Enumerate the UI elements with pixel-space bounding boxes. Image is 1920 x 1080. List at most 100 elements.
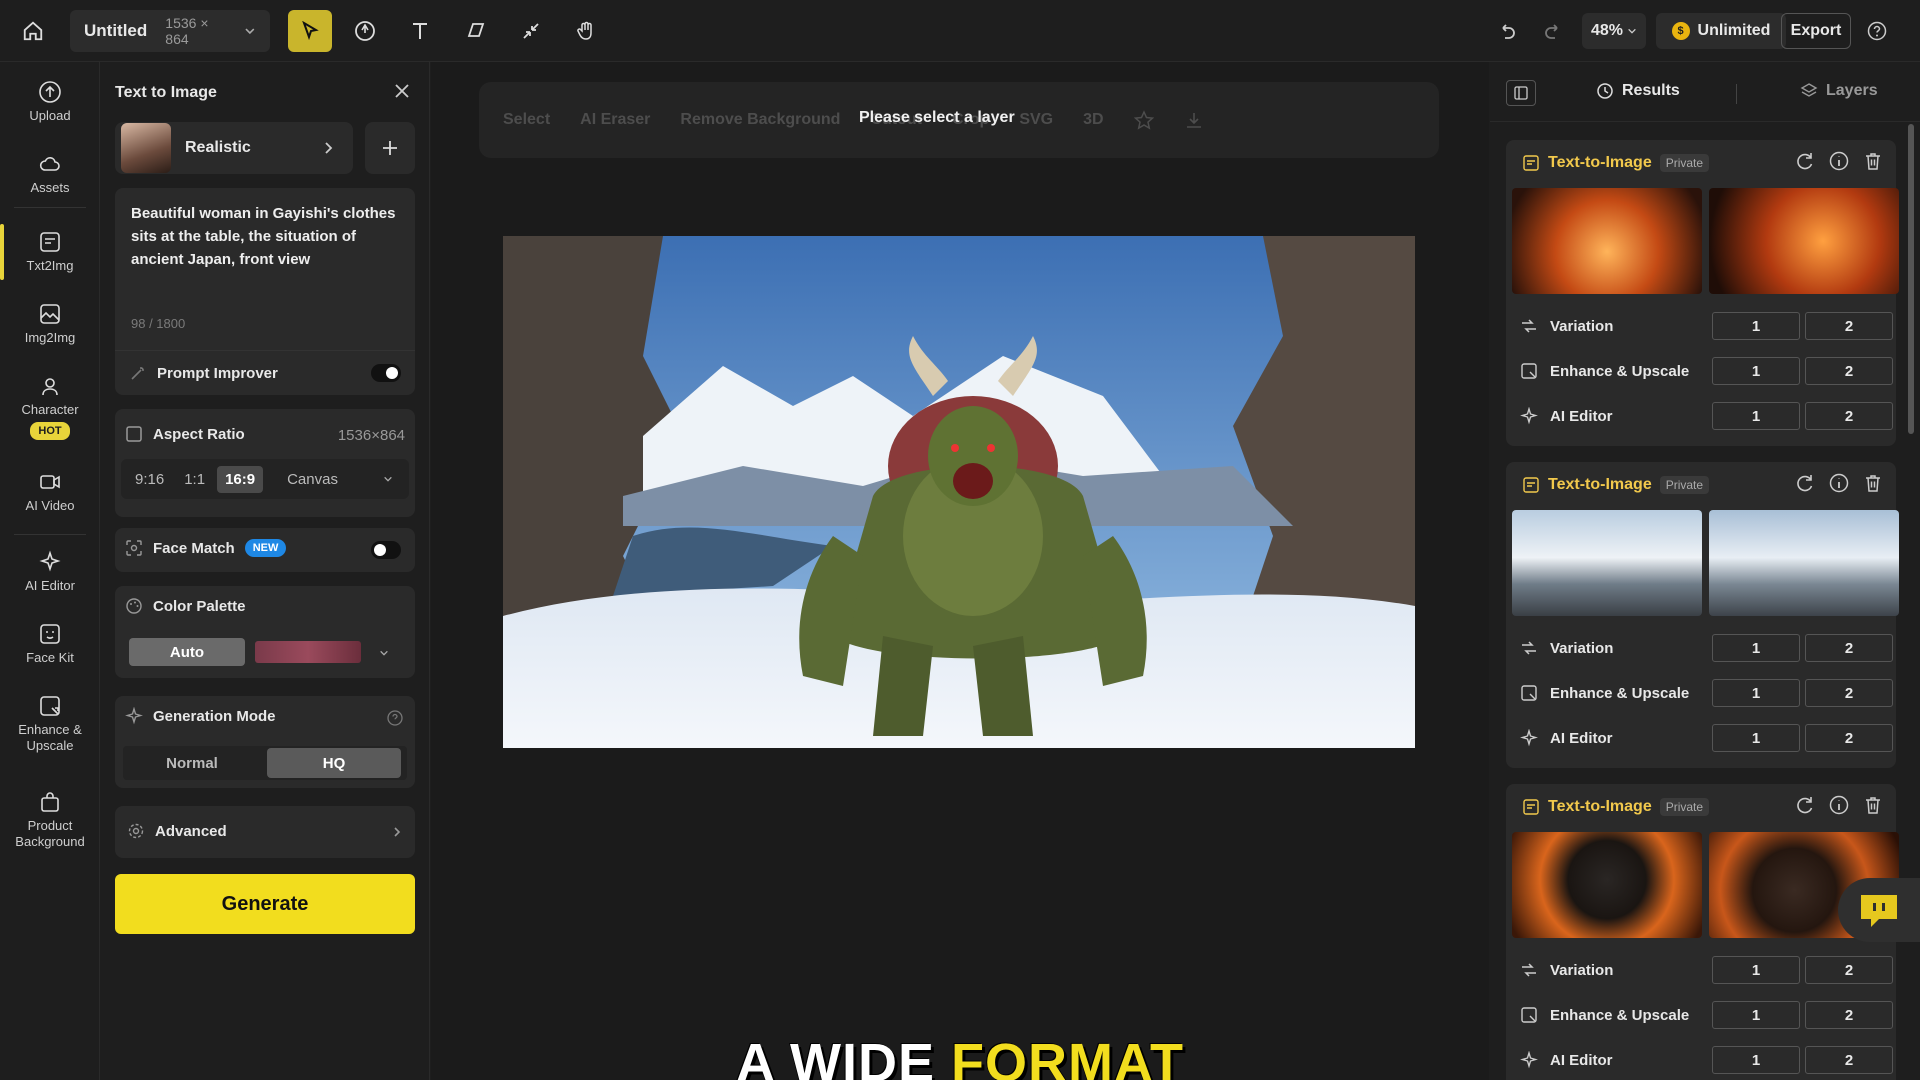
toolbar-svg[interactable]: SVG — [1019, 111, 1053, 129]
toolbar-remove-background[interactable]: Remove Background — [680, 111, 840, 129]
result-thumbnail[interactable] — [1512, 188, 1702, 294]
trash-icon[interactable] — [1862, 794, 1884, 816]
rail-item-img2img[interactable]: Img2Img — [0, 302, 100, 346]
star-icon[interactable] — [1133, 110, 1154, 130]
aspect-ratio-label-row: Aspect Ratio — [125, 425, 245, 443]
toolbar-select[interactable]: Select — [503, 111, 550, 129]
canvas-option[interactable]: Canvas — [279, 466, 346, 493]
option-2-button[interactable]: 2 — [1805, 634, 1893, 662]
refresh-icon[interactable] — [1794, 150, 1816, 172]
option-1-button[interactable]: 1 — [1712, 402, 1800, 430]
redo-button[interactable] — [1536, 13, 1570, 49]
info-icon[interactable] — [1828, 472, 1850, 494]
face-match-label: Face Match — [153, 539, 235, 557]
option-1-button[interactable]: 1 — [1712, 956, 1800, 984]
refresh-icon[interactable] — [1794, 794, 1816, 816]
option-2-button[interactable]: 2 — [1805, 956, 1893, 984]
ratio-option-9-16[interactable]: 9:16 — [127, 466, 172, 493]
chevron-down-icon[interactable] — [379, 648, 389, 658]
chevron-down-icon[interactable] — [383, 474, 393, 484]
rail-item-face-kit[interactable]: Face Kit — [0, 622, 100, 666]
export-label: Export — [1790, 22, 1842, 39]
generated-image[interactable] — [503, 236, 1415, 748]
toolbar-3d[interactable]: 3D — [1083, 111, 1103, 129]
option-1-button[interactable]: 1 — [1712, 312, 1800, 340]
tab-results[interactable]: Results — [1596, 82, 1680, 100]
option-1-button[interactable]: 1 — [1712, 357, 1800, 385]
option-2-button[interactable]: 2 — [1805, 1046, 1893, 1074]
document-selector[interactable]: Untitled 1536 × 864 — [70, 10, 270, 52]
result-thumbnail[interactable] — [1709, 510, 1899, 616]
ratio-option-16-9[interactable]: 16:9 — [217, 465, 264, 493]
home-icon[interactable] — [16, 14, 50, 48]
toolbar-ai-eraser[interactable]: AI Eraser — [580, 111, 650, 129]
trash-icon[interactable] — [1862, 150, 1884, 172]
prompt-improver-row: Prompt Improver — [115, 350, 415, 395]
select-tool-button[interactable] — [288, 10, 332, 52]
option-1-button[interactable]: 1 — [1712, 634, 1800, 662]
option-1-button[interactable]: 1 — [1712, 1046, 1800, 1074]
option-1-button[interactable]: 1 — [1712, 679, 1800, 707]
help-button[interactable] — [1862, 13, 1892, 49]
download-icon[interactable] — [1184, 110, 1204, 130]
option-2-button[interactable]: 2 — [1805, 679, 1893, 707]
refresh-icon[interactable] — [1794, 472, 1816, 494]
info-icon[interactable] — [1828, 150, 1850, 172]
mode-normal[interactable]: Normal — [123, 746, 261, 780]
collapse-panel-button[interactable] — [1506, 80, 1536, 106]
undo-button[interactable] — [1490, 13, 1524, 49]
generate-button[interactable]: Generate — [115, 874, 415, 934]
option-1-button[interactable]: 1 — [1712, 724, 1800, 752]
option-2-button[interactable]: 2 — [1805, 312, 1893, 340]
rail-item-enhance-upscale[interactable]: Enhance & Upscale — [0, 694, 100, 754]
info-icon[interactable] — [1828, 794, 1850, 816]
rail-item-txt2img[interactable]: Txt2Img — [0, 224, 100, 280]
shape-tool-button[interactable] — [454, 10, 498, 52]
tab-layers[interactable]: Layers — [1800, 82, 1878, 100]
trash-icon[interactable] — [1862, 472, 1884, 494]
option-2-button[interactable]: 2 — [1805, 357, 1893, 385]
model-selector[interactable]: Realistic — [115, 122, 353, 174]
prompt-box[interactable]: Beautiful woman in Gayishi's clothes sit… — [115, 188, 415, 395]
plan-badge[interactable]: $ Unlimited — [1656, 13, 1786, 49]
result-title: Text-to-Image — [1548, 476, 1652, 493]
resize-tool-button[interactable] — [509, 10, 553, 52]
canvas-area[interactable]: Select AI Eraser Remove Background Cutou… — [431, 62, 1489, 1080]
hand-tool-button[interactable] — [564, 10, 608, 52]
results-scrollbar[interactable] — [1908, 124, 1914, 434]
prompt-text[interactable]: Beautiful woman in Gayishi's clothes sit… — [131, 202, 406, 271]
result-actions — [1794, 150, 1884, 172]
text-tool-button[interactable] — [398, 10, 442, 52]
result-thumbnail[interactable] — [1512, 832, 1702, 938]
result-thumbnail[interactable] — [1709, 188, 1899, 294]
rail-item-ai-editor[interactable]: AI Editor — [0, 550, 100, 594]
option-2-button[interactable]: 2 — [1805, 724, 1893, 752]
result-thumbnail[interactable] — [1512, 510, 1702, 616]
option-2-button[interactable]: 2 — [1805, 1001, 1893, 1029]
rail-item-assets[interactable]: Assets — [0, 152, 100, 196]
rail-item-character[interactable]: Character HOT — [0, 374, 100, 440]
plan-label: Unlimited — [1697, 22, 1771, 39]
chat-support-button[interactable] — [1838, 878, 1920, 942]
export-button[interactable]: Export — [1781, 13, 1851, 49]
add-model-button[interactable] — [365, 122, 415, 174]
option-1-button[interactable]: 1 — [1712, 1001, 1800, 1029]
rail-item-ai-video[interactable]: AI Video — [0, 470, 100, 514]
palette-auto-button[interactable]: Auto — [129, 638, 245, 666]
zoom-dropdown[interactable]: 48% — [1582, 13, 1646, 49]
rail-item-upload[interactable]: Upload — [0, 80, 100, 124]
ratio-option-1-1[interactable]: 1:1 — [176, 466, 213, 493]
option-2-button[interactable]: 2 — [1805, 402, 1893, 430]
chevron-right-icon — [394, 827, 401, 837]
help-icon[interactable] — [387, 710, 403, 726]
advanced-row[interactable]: Advanced — [115, 806, 415, 858]
pen-tool-button[interactable] — [343, 10, 387, 52]
prompt-improver-toggle[interactable] — [371, 364, 401, 382]
rail-item-product-background[interactable]: Product Background — [0, 790, 100, 850]
face-match-toggle[interactable] — [371, 541, 401, 559]
close-icon[interactable] — [393, 82, 411, 105]
tab-results-label: Results — [1622, 82, 1680, 99]
palette-swatch[interactable] — [255, 641, 361, 663]
chat-bubble-icon — [1861, 895, 1897, 927]
mode-hq[interactable]: HQ — [267, 748, 401, 778]
